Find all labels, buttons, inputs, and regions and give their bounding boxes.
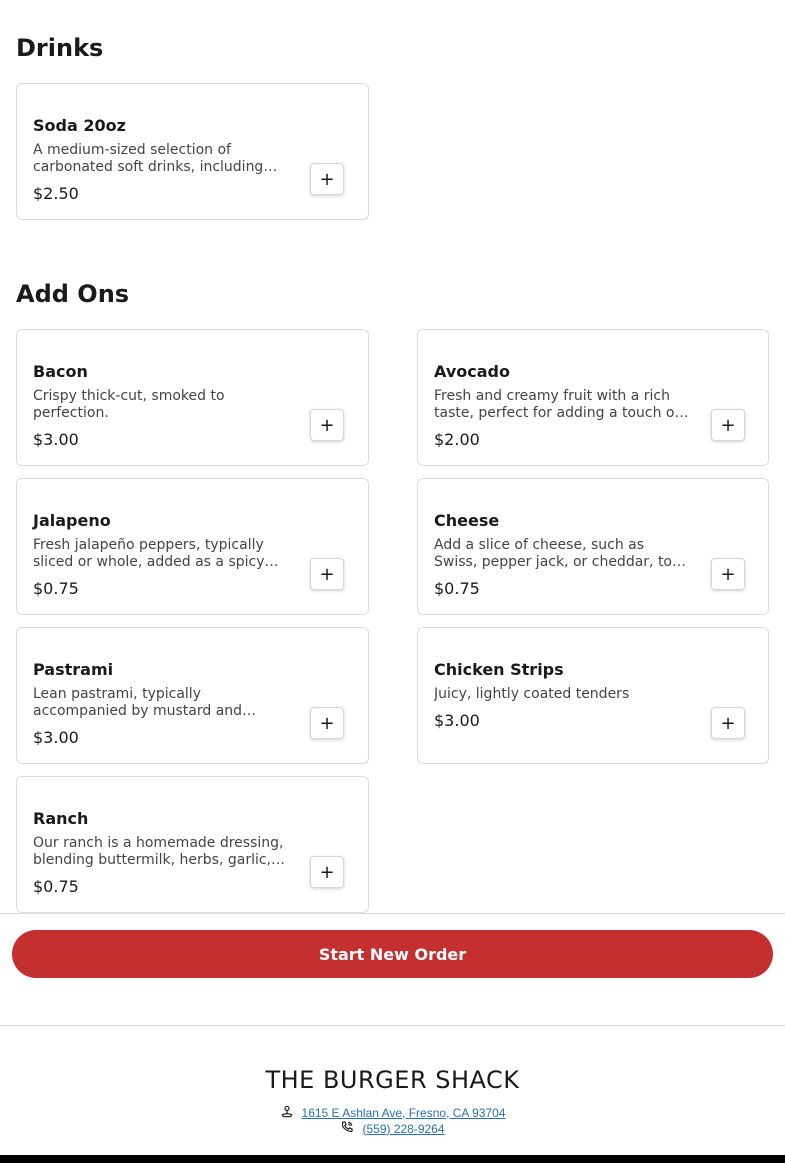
menu-item-card[interactable]: Jalapeno Fresh jalapeño peppers, typical… [16,478,369,615]
item-name: Avocado [434,362,510,381]
item-price: $0.75 [434,579,480,598]
add-to-cart-button[interactable]: + [711,558,745,590]
item-price: $0.75 [33,877,79,896]
phone-icon [340,1120,354,1137]
address-link[interactable]: 1615 E Ashlan Ave, Fresno, CA 93704 [302,1106,506,1120]
item-description: Fresh and creamy fruit with a rich taste… [434,388,680,421]
item-description: Add a slice of cheese, such as Swiss, pe… [434,537,672,570]
section-title-drinks: Drinks [16,34,104,62]
bottom-edge-strip [0,1155,785,1163]
add-to-cart-button[interactable]: + [310,707,344,739]
item-price: $3.00 [33,430,79,449]
item-name: Chicken Strips [434,660,564,679]
order-bar: Start New Order [0,913,785,1026]
site-footer: THE BURGER SHACK 1615 E Ashlan Ave, Fres… [0,1025,785,1155]
item-name: Soda 20oz [33,116,126,135]
item-name: Ranch [33,809,89,828]
add-to-cart-button[interactable]: + [711,707,745,739]
item-description: Juicy, lightly coated tenders [434,686,630,702]
add-to-cart-button[interactable]: + [310,856,344,888]
section-title-add-ons: Add Ons [16,280,130,308]
item-price: $2.00 [434,430,480,449]
phone-link[interactable]: (559) 228-9264 [362,1122,444,1136]
item-price: $3.00 [33,728,79,747]
item-price: $3.00 [434,711,480,730]
phone-line: (559) 228-9264 [0,1120,785,1137]
item-price: $0.75 [33,579,79,598]
menu-item-card[interactable]: Bacon Crispy thick-cut, smoked to perfec… [16,329,369,466]
menu-item-card[interactable]: Pastrami Lean pastrami, typically accomp… [16,627,369,764]
item-name: Cheese [434,511,500,530]
item-description: Our ranch is a homemade dressing, blendi… [33,835,284,868]
menu-item-card[interactable]: Soda 20oz A medium-sized selection of ca… [16,83,369,220]
item-description: Lean pastrami, typically accompanied by … [33,686,243,719]
item-description: Crispy thick-cut, smoked to perfection. [33,388,225,421]
address-line: 1615 E Ashlan Ave, Fresno, CA 93704 [0,1104,785,1121]
item-price: $2.50 [33,184,79,203]
menu-item-card[interactable]: Cheese Add a slice of cheese, such as Sw… [417,478,769,615]
menu-item-card[interactable]: Chicken Strips Juicy, lightly coated ten… [417,627,769,764]
add-to-cart-button[interactable]: + [310,409,344,441]
menu-item-card[interactable]: Ranch Our ranch is a homemade dressing, … [16,776,369,913]
add-to-cart-button[interactable]: + [310,558,344,590]
item-description: Fresh jalapeño peppers, typically sliced… [33,537,265,570]
start-new-order-button[interactable]: Start New Order [12,930,773,978]
item-name: Bacon [33,362,88,381]
item-name: Jalapeno [33,511,111,530]
location-pin-icon [280,1104,294,1121]
restaurant-name: THE BURGER SHACK [265,1066,520,1094]
item-description: A medium-sized selection of carbonated s… [33,142,264,175]
add-to-cart-button[interactable]: + [711,409,745,441]
menu-item-card[interactable]: Avocado Fresh and creamy fruit with a ri… [417,329,769,466]
add-to-cart-button[interactable]: + [310,163,344,195]
item-name: Pastrami [33,660,114,679]
